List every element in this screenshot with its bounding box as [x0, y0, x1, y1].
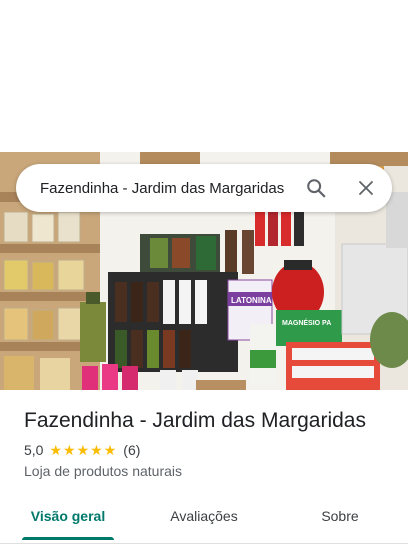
- star-icon: ★: [63, 442, 76, 458]
- place-category: Loja de produtos naturais: [24, 463, 182, 479]
- star-icon: ★: [76, 442, 90, 458]
- star-rating: ★ ★ ★ ★ ★: [49, 443, 117, 457]
- close-icon: [359, 181, 373, 195]
- tab-overview-label: Visão geral: [30, 508, 106, 524]
- star-icon: ★: [103, 442, 117, 458]
- place-info: Fazendinha - Jardim das Margaridas 5,0 ★…: [24, 406, 394, 483]
- tab-about-label: Sobre: [321, 508, 359, 524]
- photo-box-label: LATONINA: [231, 296, 272, 305]
- star-icon: ★: [49, 442, 63, 458]
- photo-green-box-label: MAGNÉSIO PA: [282, 318, 331, 327]
- search-button[interactable]: [292, 164, 340, 212]
- search-icon: [307, 179, 326, 198]
- tab-overview[interactable]: Visão geral: [0, 496, 136, 540]
- place-tabs: Visão geral Avaliações Sobre: [0, 496, 408, 544]
- tab-about[interactable]: Sobre: [272, 496, 408, 536]
- place-title: Fazendinha - Jardim das Margaridas: [24, 409, 366, 432]
- tab-reviews[interactable]: Avaliações: [136, 496, 272, 536]
- search-input[interactable]: Fazendinha - Jardim das Margaridas: [16, 180, 292, 197]
- close-button[interactable]: [340, 164, 392, 212]
- rating-row[interactable]: 5,0 ★ ★ ★ ★ ★ (6): [24, 440, 394, 460]
- map-area-blank: [0, 0, 408, 152]
- search-bar[interactable]: Fazendinha - Jardim das Margaridas: [16, 164, 392, 212]
- rating-value: 5,0: [24, 442, 44, 458]
- star-icon: ★: [90, 442, 103, 458]
- tab-reviews-label: Avaliações: [170, 508, 238, 524]
- review-count[interactable]: (6): [123, 442, 140, 458]
- active-tab-indicator: [22, 537, 114, 540]
